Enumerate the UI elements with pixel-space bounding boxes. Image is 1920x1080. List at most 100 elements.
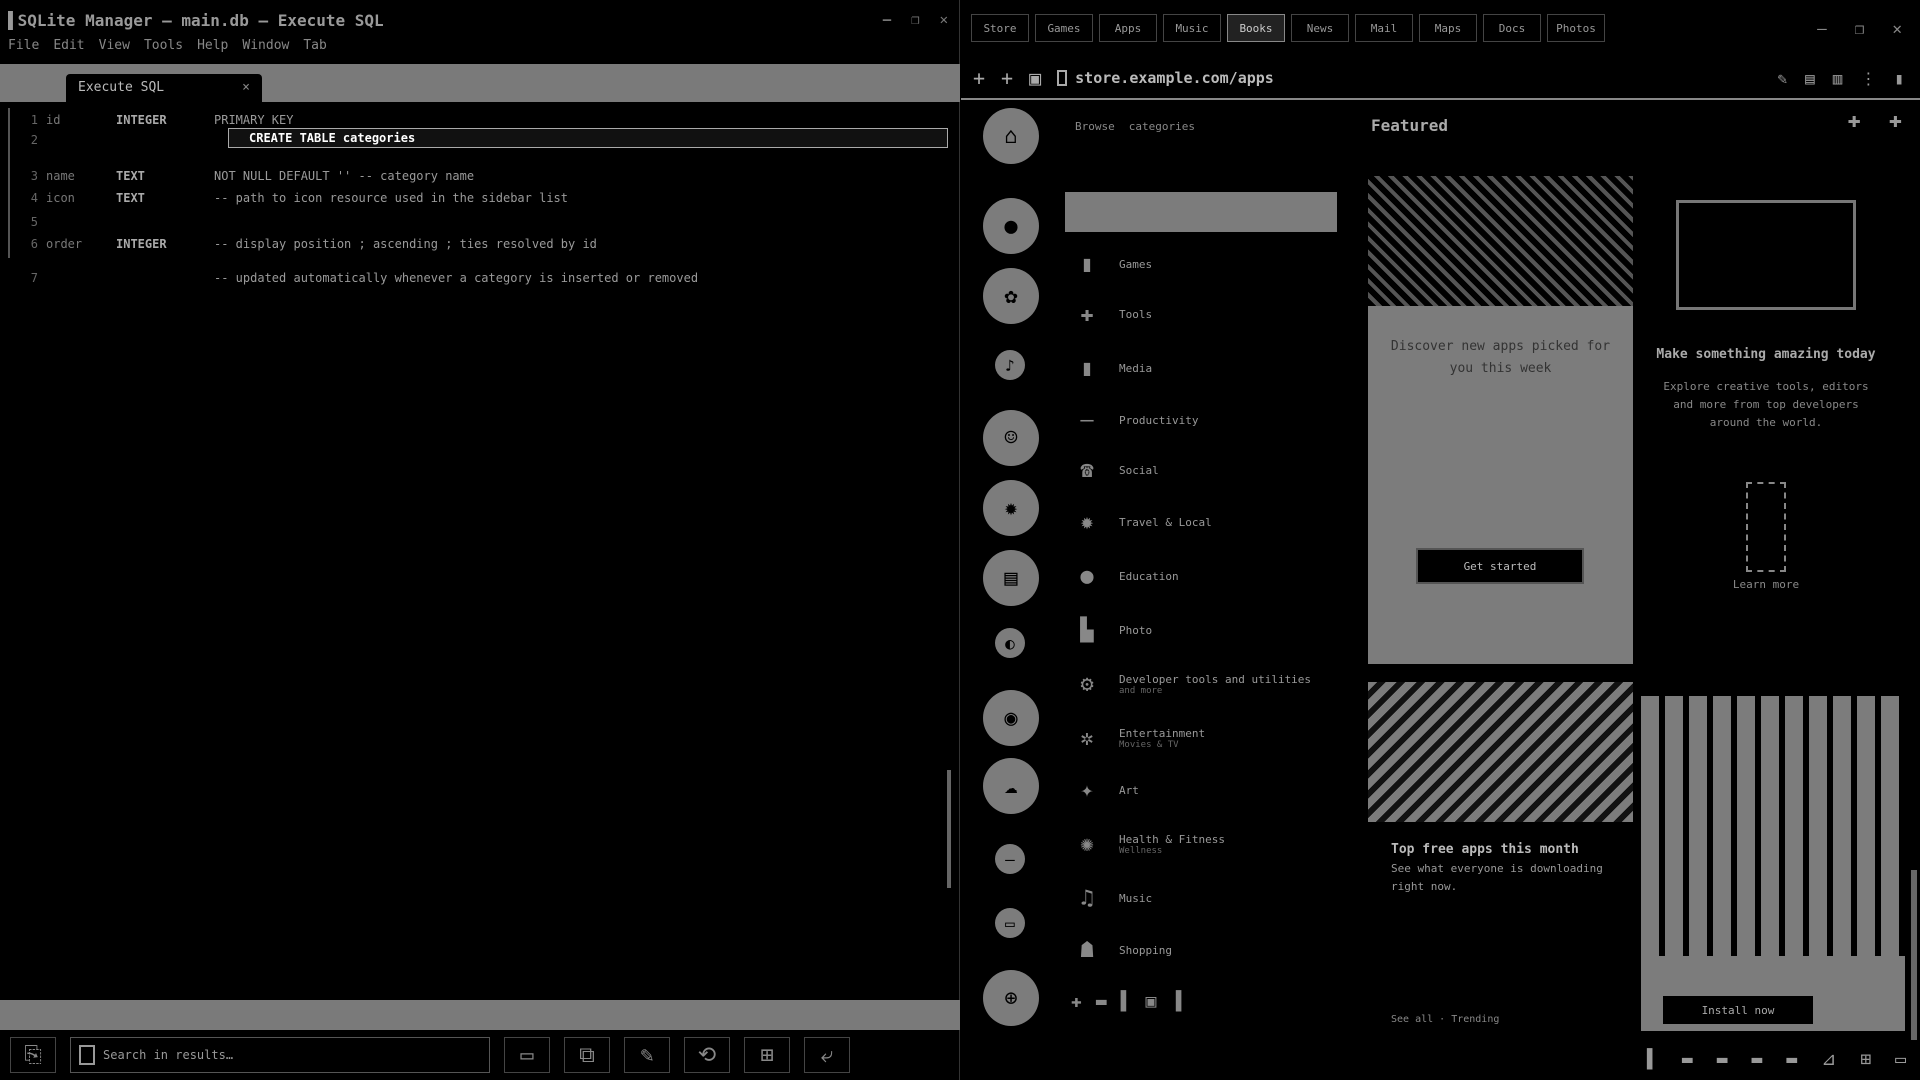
reader-icon[interactable]: ▤ bbox=[1805, 69, 1815, 88]
browser-tab[interactable]: Maps bbox=[1419, 14, 1477, 42]
add-icon[interactable]: ✚ bbox=[1071, 991, 1082, 1012]
browser-scrollbar[interactable] bbox=[1911, 870, 1917, 1040]
code-line[interactable]: 5 bbox=[8, 212, 46, 232]
install-button[interactable]: Install now bbox=[1663, 996, 1813, 1024]
home-icon[interactable]: ⌂ bbox=[983, 108, 1039, 164]
copy-icon[interactable]: ⎘ bbox=[10, 1037, 56, 1073]
target-icon[interactable]: ◉ bbox=[983, 690, 1039, 746]
category-item[interactable]: ⚙ Developer tools and utilities and more bbox=[1071, 664, 1331, 704]
category-item[interactable]: ♫ Music bbox=[1071, 878, 1331, 918]
burst-icon[interactable]: ✹ bbox=[983, 480, 1039, 536]
menu-window[interactable]: Window bbox=[242, 38, 289, 60]
menu-edit[interactable]: Edit bbox=[53, 38, 84, 60]
results-search-input[interactable]: Search in results… bbox=[70, 1037, 490, 1073]
category-item[interactable]: ✲ Entertainment Movies & TV bbox=[1071, 718, 1331, 758]
add-icon[interactable]: + bbox=[1001, 66, 1013, 90]
top-free-card[interactable] bbox=[1368, 682, 1633, 822]
browser-tab[interactable]: Mail bbox=[1355, 14, 1413, 42]
url-field[interactable]: store.example.com/apps bbox=[1057, 69, 1274, 87]
duplicate-icon[interactable]: ⧉ bbox=[564, 1037, 610, 1073]
bar-icon[interactable]: ▬ bbox=[1752, 1049, 1763, 1070]
undo-icon[interactable]: ⤶ bbox=[804, 1037, 850, 1073]
category-item[interactable]: ☗ Shopping bbox=[1071, 930, 1331, 970]
minimize-icon[interactable]: — bbox=[1817, 19, 1827, 38]
category-item[interactable]: ▮ Games bbox=[1071, 244, 1331, 284]
pane-icon[interactable]: ▌ bbox=[1647, 1049, 1658, 1070]
browser-tab[interactable]: Store bbox=[971, 14, 1029, 42]
featured-card[interactable]: Discover new apps picked for you this we… bbox=[1368, 176, 1633, 664]
new-tab-icon[interactable]: + bbox=[973, 66, 985, 90]
dash-icon[interactable]: — bbox=[995, 844, 1025, 874]
category-item[interactable]: ▮ Media bbox=[1071, 348, 1331, 388]
cloud-icon[interactable]: ☁ bbox=[983, 758, 1039, 814]
add-icon[interactable]: ✚ bbox=[1889, 108, 1902, 133]
browser-tab[interactable]: Music bbox=[1163, 14, 1221, 42]
maximize-icon[interactable]: ❐ bbox=[1855, 19, 1865, 38]
browser-tab[interactable]: Docs bbox=[1483, 14, 1541, 42]
flower-icon[interactable]: ✿ bbox=[983, 268, 1039, 324]
menu-help[interactable]: Help bbox=[197, 38, 228, 60]
menu-tools[interactable]: Tools bbox=[144, 38, 183, 60]
category-item[interactable]: ▙ Photo bbox=[1071, 610, 1331, 650]
grid-icon[interactable]: ⊞ bbox=[1860, 1049, 1871, 1070]
tab-execute-sql[interactable]: Execute SQL × bbox=[66, 74, 262, 102]
browser-tab[interactable]: Photos bbox=[1547, 14, 1605, 42]
edit-icon[interactable]: ✎ bbox=[624, 1037, 670, 1073]
extensions-icon[interactable]: ▮ bbox=[1894, 69, 1904, 88]
menu-file[interactable]: File bbox=[8, 38, 39, 60]
bar-icon[interactable]: ▬ bbox=[1096, 991, 1107, 1012]
close-icon[interactable]: ✕ bbox=[940, 12, 948, 28]
learn-more-link[interactable]: Learn more bbox=[1656, 578, 1876, 591]
bar-icon[interactable]: ▬ bbox=[1786, 1049, 1797, 1070]
box-icon[interactable]: ▭ bbox=[995, 908, 1025, 938]
left-pane-icon[interactable]: ▌ bbox=[1121, 991, 1132, 1012]
close-icon[interactable]: ✕ bbox=[1892, 19, 1902, 38]
globe-icon[interactable]: ⊕ bbox=[983, 970, 1039, 1026]
music-icon[interactable]: ♪ bbox=[995, 350, 1025, 380]
smiley-icon[interactable]: ☺ bbox=[983, 410, 1039, 466]
current-cell-editor[interactable]: CREATE TABLE categories bbox=[228, 128, 948, 148]
grid-icon[interactable]: ⊞ bbox=[744, 1037, 790, 1073]
browser-tab[interactable]: Apps bbox=[1099, 14, 1157, 42]
code-line[interactable]: 3 name TEXT NOT NULL DEFAULT '' -- categ… bbox=[8, 166, 474, 186]
right-pane-icon[interactable]: ▐ bbox=[1170, 991, 1181, 1012]
code-line[interactable]: 4 icon TEXT -- path to icon resource use… bbox=[8, 188, 568, 208]
window-icon[interactable]: ▭ bbox=[1895, 1049, 1906, 1070]
code-line[interactable]: 2 bbox=[8, 130, 46, 150]
editor-scrollbar[interactable] bbox=[947, 770, 951, 888]
add-icon[interactable]: ✚ bbox=[1848, 108, 1861, 133]
edit-icon[interactable]: ✎ bbox=[1777, 69, 1787, 88]
collections-icon[interactable]: ▥ bbox=[1833, 69, 1843, 88]
browser-tab[interactable]: Games bbox=[1035, 14, 1093, 42]
code-line[interactable]: 7 -- updated automatically whenever a ca… bbox=[8, 268, 698, 288]
more-icon[interactable]: ⋮ bbox=[1860, 69, 1876, 88]
category-item[interactable]: — Productivity bbox=[1071, 400, 1331, 440]
bar-icon[interactable]: ▬ bbox=[1717, 1049, 1728, 1070]
code-line[interactable]: 6 order INTEGER -- display position ; as… bbox=[8, 234, 597, 254]
install-card[interactable]: Install now bbox=[1641, 696, 1905, 1031]
bar-icon[interactable]: ▬ bbox=[1682, 1049, 1693, 1070]
category-item[interactable]: ✦ Art bbox=[1071, 770, 1331, 810]
minimize-icon[interactable]: — bbox=[883, 12, 891, 28]
get-started-button[interactable]: Get started bbox=[1416, 548, 1584, 584]
window-icon[interactable]: ▭ bbox=[504, 1037, 550, 1073]
see-all-link[interactable]: See all · Trending bbox=[1391, 1014, 1499, 1025]
browser-tab-active[interactable]: Books bbox=[1227, 14, 1285, 42]
half-circle-icon[interactable]: ◐ bbox=[995, 628, 1025, 658]
code-line[interactable]: 1 id INTEGER PRIMARY KEY bbox=[8, 110, 294, 130]
resize-icon[interactable]: ⊿ bbox=[1821, 1049, 1836, 1070]
sidebar-icon[interactable]: ▣ bbox=[1029, 66, 1041, 90]
category-item[interactable]: ● Education bbox=[1071, 556, 1331, 596]
category-item[interactable]: ☎ Social bbox=[1071, 450, 1331, 490]
circle-icon[interactable]: ● bbox=[983, 198, 1039, 254]
list-icon[interactable]: ▤ bbox=[983, 550, 1039, 606]
menu-view[interactable]: View bbox=[99, 38, 130, 60]
tab-close-icon[interactable]: × bbox=[242, 80, 250, 96]
box-icon[interactable]: ▣ bbox=[1146, 991, 1157, 1012]
browser-tab[interactable]: News bbox=[1291, 14, 1349, 42]
refresh-icon[interactable]: ⟲ bbox=[684, 1037, 730, 1073]
menu-tab[interactable]: Tab bbox=[303, 38, 326, 60]
category-search-bar[interactable] bbox=[1065, 192, 1337, 232]
category-item[interactable]: ✺ Health & Fitness Wellness bbox=[1071, 824, 1331, 864]
category-item[interactable]: ✚ Tools bbox=[1071, 294, 1331, 334]
